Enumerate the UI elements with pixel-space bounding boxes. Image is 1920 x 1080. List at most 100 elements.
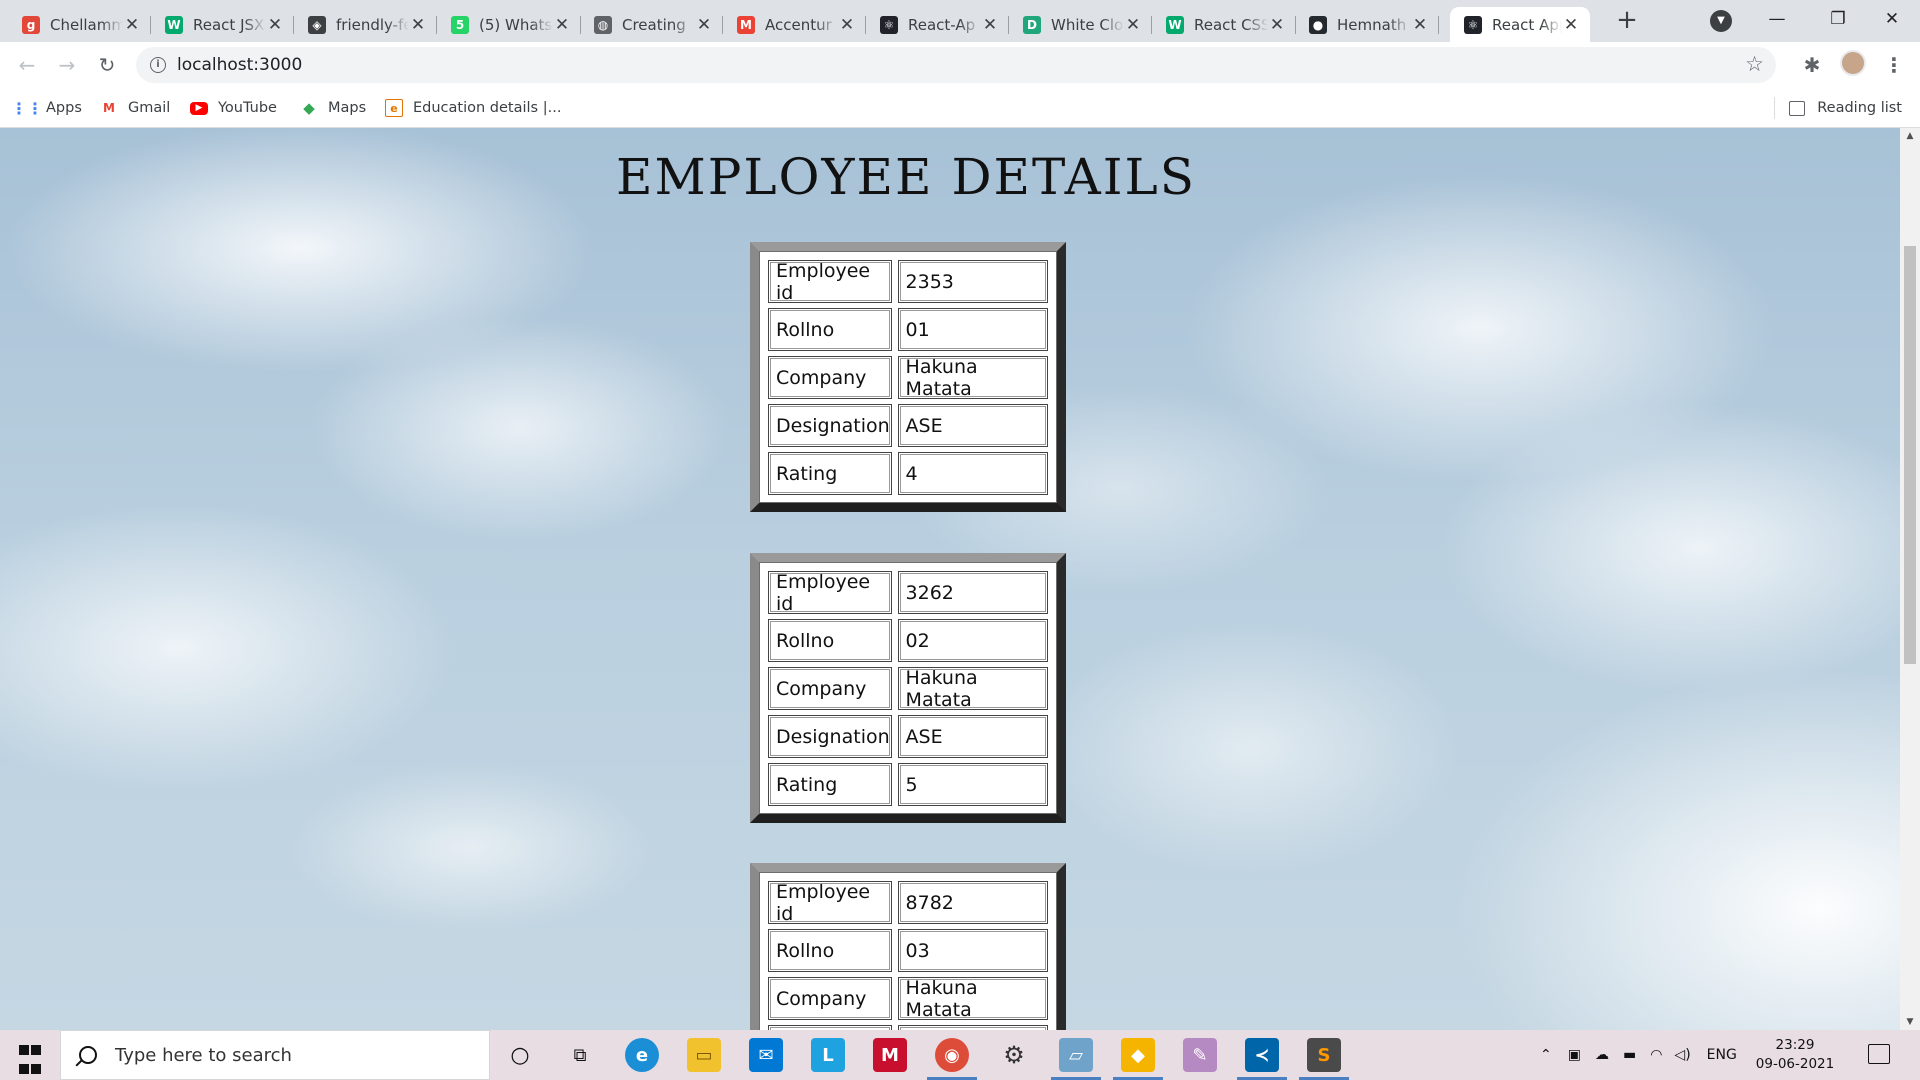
address-bar[interactable]: i localhost:3000 ☆ [136,47,1776,83]
minimize-icon[interactable]: — [1747,0,1807,40]
language-indicator[interactable]: ENG [1707,1047,1737,1063]
scroll-up-icon[interactable]: ▲ [1900,128,1920,144]
app-tiles-icon[interactable]: ◆ [1113,1038,1163,1080]
url-text[interactable]: localhost:3000 [177,55,302,75]
cortana-icon[interactable]: ○ [503,1038,537,1072]
bookmark-education[interactable]: e Education details |... [385,97,561,119]
tab-title: White Clo [1051,15,1124,34]
bookmark-apps[interactable]: ⋮⋮ Apps [11,97,82,119]
browser-tab[interactable]: ⚛ React-Ap ✕ [866,7,1009,42]
field-value: 8782 [897,881,1048,924]
employee-row: Employee id 2353 [768,258,1048,306]
close-tab-icon[interactable]: ✕ [1562,15,1580,35]
settings-gear-icon[interactable]: ⚙ [997,1038,1031,1072]
page-scrollbar[interactable]: ▲ ▼ [1900,128,1920,1030]
field-value: 03 [897,929,1048,972]
browser-tab[interactable]: ● Hemnath ✕ [1295,7,1439,42]
field-label: Designation [768,715,892,758]
edge-icon[interactable]: e [625,1038,659,1072]
browser-tab[interactable]: 5 (5) Whats ✕ [437,7,581,42]
field-value: Hakuna Matata [897,356,1048,400]
close-tab-icon[interactable]: ✕ [1124,15,1142,35]
taskbar-clock[interactable]: 23:29 09-06-2021 [1752,1036,1838,1074]
close-tab-icon[interactable]: ✕ [409,15,427,35]
back-icon[interactable]: ← [12,50,42,80]
field-label: Rating [768,763,892,806]
close-tab-icon[interactable]: ✕ [838,15,856,35]
close-tab-icon[interactable]: ✕ [695,15,713,35]
close-tab-icon[interactable]: ✕ [266,15,284,35]
battery-icon[interactable]: ▬ [1623,1047,1636,1063]
scroll-down-icon[interactable]: ▼ [1900,1014,1920,1030]
browser-tab[interactable]: W React CSS ✕ [1152,7,1296,42]
vscode-icon[interactable]: ≺ [1237,1038,1287,1080]
bookmark-label: Apps [46,100,82,116]
browser-tab[interactable]: W React JSX ✕ [151,7,294,42]
employee-card: Employee id 2353 Rollno 01 Company Hakuna Mat… [750,242,1066,512]
close-tab-icon[interactable]: ✕ [553,15,571,35]
browser-tab[interactable]: ◈ friendly-fe ✕ [294,7,437,42]
l-app-icon[interactable]: L [811,1038,845,1072]
file-explorer-icon[interactable]: ▭ [687,1038,721,1072]
tab-title: React-Ap [908,15,976,34]
close-tab-icon[interactable]: ✕ [1411,15,1429,35]
tab-title: (5) Whats [479,15,553,34]
w-logo-icon: W [165,15,183,34]
tray-network-warning-icon[interactable]: ☁ [1595,1047,1609,1063]
notes-app-icon[interactable]: ▱ [1051,1038,1101,1080]
globe-icon: ◍ [594,15,612,34]
windows-start-icon[interactable] [0,1030,58,1080]
bookmark-maps[interactable]: ◆ Maps [300,97,366,119]
reading-list-button[interactable]: Reading list [1774,97,1902,119]
employee-row: Designation [768,1023,1048,1030]
close-tab-icon[interactable]: ✕ [123,15,141,35]
field-label: Company [768,356,892,399]
bookmark-gmail[interactable]: M Gmail [100,97,170,119]
extensions-icon[interactable]: ✱ [1798,51,1826,79]
tab-search-icon[interactable]: ▼ [1710,10,1732,32]
browser-tab[interactable]: M Accentur ✕ [723,7,866,42]
employee-table: Employee id 3262 Rollno 02 Company Hakuna Mat… [760,563,1056,813]
field-label: Employee id [768,881,892,925]
employee-row: Designation ASE [768,713,1048,761]
browser-toolbar: ← → ↻ i localhost:3000 ☆ ✱ ⋮ [0,42,1920,88]
field-label: Rollno [768,929,892,972]
taskbar-search-box[interactable]: Type here to search [60,1030,490,1080]
field-label: Company [768,667,892,710]
close-tab-icon[interactable]: ✕ [981,15,999,35]
sublime-icon[interactable]: S [1299,1038,1349,1080]
field-label: Rating [768,452,892,495]
field-value: 4 [897,452,1048,495]
profile-avatar[interactable] [1840,50,1866,76]
new-tab-button[interactable]: + [1612,7,1642,35]
restore-icon[interactable]: ❐ [1808,0,1868,40]
youtube-icon: ▶ [190,101,208,115]
paint-icon[interactable]: ✎ [1183,1038,1217,1072]
browser-tab[interactable]: D White Clo ✕ [1009,7,1152,42]
site-info-icon[interactable]: i [150,57,166,73]
tab-title: React CSS [1194,15,1268,34]
field-label: Company [768,977,892,1020]
chrome-icon[interactable]: ◉ [927,1038,977,1080]
close-tab-icon[interactable]: ✕ [1268,15,1286,35]
gmail-icon: M [737,15,755,34]
bookmark-youtube[interactable]: ▶ YouTube [190,97,277,119]
browser-tab[interactable]: g Chellamm ✕ [8,7,151,42]
bookmark-star-icon[interactable]: ☆ [1745,52,1764,76]
scrollbar-thumb[interactable] [1904,246,1916,664]
whatsapp-icon: 5 [451,15,469,34]
tray-app-icon[interactable]: ▣ [1568,1047,1581,1063]
forward-icon[interactable]: → [52,50,82,80]
mcafee-icon[interactable]: M [873,1038,907,1072]
tray-chevron-icon[interactable]: ⌃ [1540,1047,1552,1063]
mail-icon[interactable]: ✉ [749,1038,783,1072]
task-view-icon[interactable]: ⧉ [563,1038,597,1072]
volume-icon[interactable]: ◁) [1674,1047,1690,1063]
menu-icon[interactable]: ⋮ [1880,51,1908,79]
reload-icon[interactable]: ↻ [92,50,122,80]
browser-tab[interactable]: ◍ Creating ✕ [580,7,723,42]
browser-tab[interactable]: ⚛ React App ✕ [1450,7,1590,42]
close-window-icon[interactable]: ✕ [1862,0,1920,40]
notification-center-icon[interactable] [1868,1044,1890,1064]
wifi-icon[interactable]: ◠ [1650,1047,1662,1063]
